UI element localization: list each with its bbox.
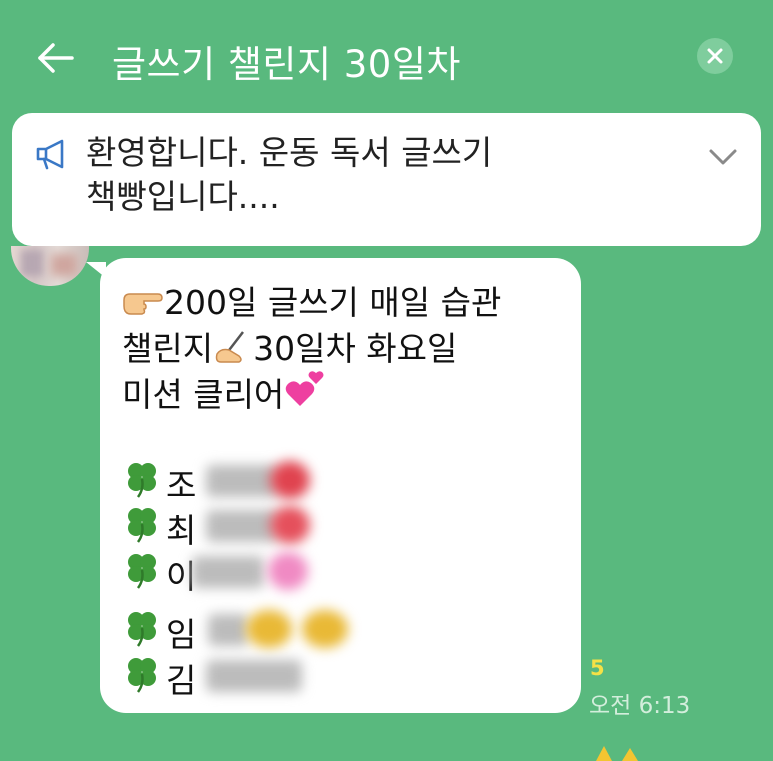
four-leaf-clover-icon [128, 463, 156, 498]
back-button[interactable] [34, 36, 78, 80]
member-initial: 김 [166, 661, 197, 700]
four-leaf-clover-icon [128, 508, 156, 543]
notice-line-1: 환영합니다. 운동 독서 글쓰기 [86, 133, 493, 172]
unread-count: 5 [590, 656, 605, 680]
message-line-3: 미션 클리어 [122, 368, 324, 416]
writing-hand-icon [215, 331, 245, 363]
close-icon [707, 48, 723, 64]
arrow-left-icon [38, 43, 74, 73]
member-row: 김 [122, 654, 372, 700]
redacted-name [208, 614, 248, 646]
four-leaf-clover-icon [128, 554, 156, 589]
redacted-name [206, 660, 302, 692]
chat-title: 글쓰기 챌린지 30일차 [112, 43, 461, 86]
message-line-1-text: 200일 글쓰기 매일 습관 [164, 283, 502, 322]
redacted-emoji [302, 610, 348, 648]
chevron-down-icon[interactable] [703, 140, 743, 174]
message-line-3-text: 미션 클리어 [122, 375, 285, 414]
redacted-name [206, 510, 278, 542]
redacted-emoji [270, 461, 310, 499]
redacted-emoji [270, 506, 310, 544]
four-leaf-clover-icon [128, 658, 156, 693]
member-initial: 조 [166, 466, 197, 505]
redacted-emoji [268, 552, 308, 590]
member-initial: 최 [166, 511, 197, 550]
two-hearts-icon [286, 371, 324, 406]
member-row: 이 [122, 550, 372, 596]
member-initial: 임 [166, 615, 197, 654]
member-row: 최 [122, 504, 372, 550]
message-line-2-text-b: 30일차 화요일 [253, 329, 458, 368]
member-row: 임 [122, 608, 372, 654]
message-line-2: 챌린지 30일차 화요일 [122, 322, 457, 370]
pointing-hand-icon [123, 293, 163, 315]
notice-text: 환영합니다. 운동 독서 글쓰기 책빵입니다.... [86, 131, 646, 219]
four-leaf-clover-icon [128, 612, 156, 647]
redacted-name [192, 556, 264, 588]
redacted-name [206, 465, 278, 497]
message-line-1: 200일 글쓰기 매일 습관 [122, 276, 501, 324]
sparkle-icon [596, 746, 638, 761]
sender-avatar[interactable] [11, 246, 89, 286]
notice-line-2: 책빵입니다.... [86, 177, 280, 216]
message-time: 오전 6:13 [589, 693, 691, 719]
megaphone-icon [36, 139, 64, 170]
chat-header: 글쓰기 챌린지 30일차 [0, 0, 773, 112]
close-button[interactable] [697, 38, 733, 74]
message-line-2-text-a: 챌린지 [122, 329, 214, 368]
member-row: 조 [122, 459, 372, 505]
redacted-emoji [246, 610, 292, 648]
